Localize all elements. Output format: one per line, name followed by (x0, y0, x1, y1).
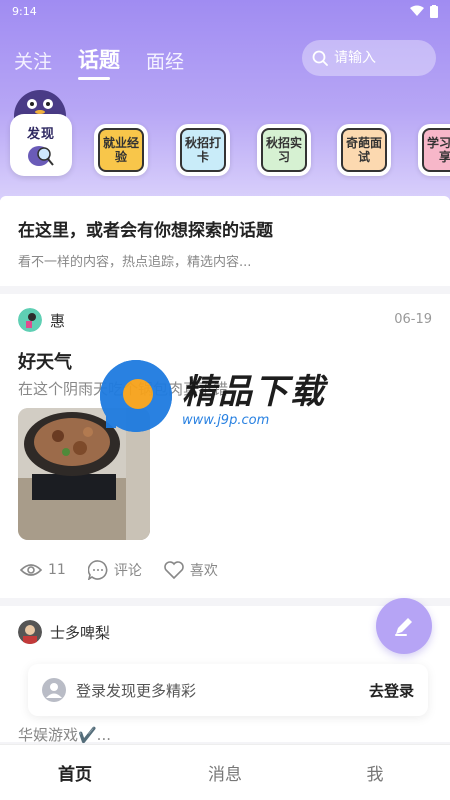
login-prompt-text: 登录发现更多精彩 (76, 681, 197, 700)
user-icon (42, 678, 66, 702)
topic-card-label: 秋招打卡 (180, 128, 226, 172)
nav-me[interactable]: 我 (300, 760, 450, 785)
tab-follow[interactable]: 关注 (14, 47, 52, 74)
discover-topic[interactable]: 发现 (10, 90, 72, 176)
search-icon (312, 50, 328, 66)
post-date: 06-19 (394, 312, 432, 327)
avatar[interactable] (18, 620, 42, 644)
post-text[interactable]: 华娱游戏✔️... (18, 724, 111, 745)
comment-label: 评论 (113, 563, 142, 579)
topic-card[interactable]: 学习分享 (418, 124, 450, 176)
tab-interview[interactable]: 面经 (146, 47, 184, 74)
login-button[interactable]: 去登录 (369, 680, 414, 701)
nav-home[interactable]: 首页 (0, 760, 150, 785)
watermark-name: 精品下载 (182, 372, 326, 412)
intro-subtitle: 看不一样的内容，热点追踪，精选内容... (18, 255, 252, 270)
topic-card-label: 奇葩面试 (341, 128, 387, 172)
topic-card-label: 学习分享 (422, 128, 450, 172)
pen-icon (395, 618, 412, 636)
search-box[interactable] (302, 40, 436, 76)
post-author-row: 惠 (18, 308, 65, 332)
post-actions: 11 评论 喜欢 (20, 560, 218, 580)
post-title[interactable]: 好天气 (18, 348, 72, 374)
topic-card-label: 秋招实习 (261, 128, 307, 172)
like-button[interactable]: 喜欢 (164, 560, 218, 580)
heart-icon (164, 561, 184, 579)
comment-icon (87, 560, 108, 580)
post-author[interactable]: 士多啤梨 (50, 622, 110, 643)
watermark: 精品下载 www.j9p.com (100, 358, 360, 434)
status-time: 9:14 (12, 4, 37, 18)
status-bar: 9:14 (0, 0, 450, 22)
topic-card[interactable]: 秋招实习 (257, 124, 311, 176)
tab-topics[interactable]: 话题 (78, 44, 120, 80)
status-icons (410, 4, 438, 18)
bottom-nav: 首页 消息 我 (0, 744, 450, 800)
compose-button[interactable] (376, 598, 432, 654)
watermark-logo-icon (100, 360, 172, 432)
discover-card: 发现 (10, 114, 72, 176)
intro-section: 在这里，或者会有你想探索的话题 看不一样的内容，热点追踪，精选内容... (0, 196, 450, 286)
wifi-icon (410, 5, 424, 16)
top-tabs: 关注 话题 面经 (14, 44, 184, 80)
comment-button[interactable]: 评论 (87, 560, 142, 580)
search-input[interactable] (334, 50, 424, 66)
view-count-value: 11 (48, 562, 66, 578)
eye-icon (20, 564, 42, 576)
topic-card[interactable]: 秋招打卡 (176, 124, 230, 176)
avatar[interactable] (18, 308, 42, 332)
post-author-row: 士多啤梨 (18, 620, 110, 644)
topic-card[interactable]: 奇葩面试 (337, 124, 391, 176)
discover-label: 发现 (26, 126, 55, 142)
view-count: 11 (20, 562, 66, 578)
watermark-url: www.j9p.com (182, 413, 270, 428)
nav-messages[interactable]: 消息 (150, 760, 300, 785)
intro-title: 在这里，或者会有你想探索的话题 (18, 221, 273, 241)
login-prompt: 登录发现更多精彩 去登录 (28, 664, 428, 716)
topic-card[interactable]: 就业经验 (94, 124, 148, 176)
like-label: 喜欢 (189, 563, 218, 579)
topic-row: 发现 就业经验 秋招打卡 秋招实习 奇葩面试 学习分享 (0, 90, 450, 185)
post-card[interactable]: 惠 06-19 好天气 在这个阴雨天吃个锅包肉真不错 11 (0, 294, 450, 598)
magnifier-icon (28, 145, 54, 166)
watermark-text: 精品下载 www.j9p.com (182, 364, 326, 428)
post-author[interactable]: 惠 (50, 310, 65, 331)
battery-icon (430, 4, 438, 18)
topic-card-label: 就业经验 (98, 128, 144, 172)
